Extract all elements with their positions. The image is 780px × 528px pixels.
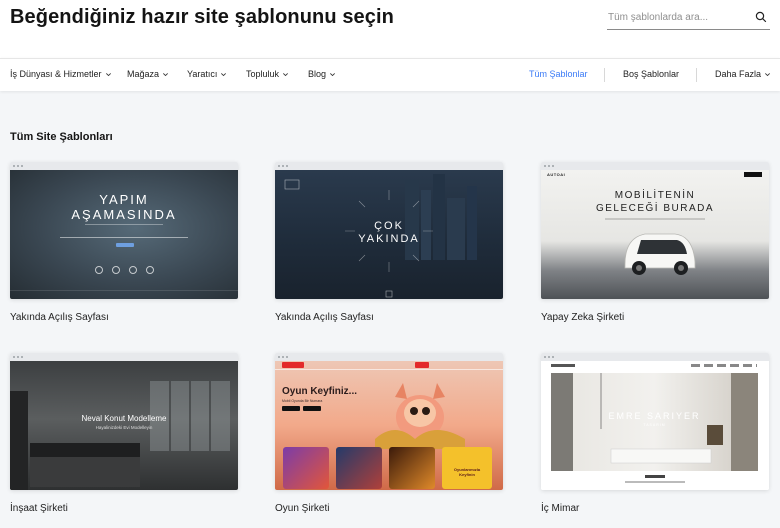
nav-item-label: Blog	[308, 69, 327, 79]
game-tile	[389, 447, 435, 489]
template-name[interactable]: Yakında Açılış Sayfası	[10, 312, 109, 323]
chevron-down-icon	[105, 72, 111, 76]
preview-subheading: Mobil Oyunda Bir Numara	[282, 399, 323, 403]
browser-bar	[275, 353, 503, 361]
section-title: Tüm Site Şablonları	[10, 131, 113, 143]
nav-item-label: Mağaza	[127, 69, 160, 79]
template-preview: YAPIM AŞAMASINDA	[10, 170, 238, 299]
nav-item-creative[interactable]: Yaratıcı	[187, 69, 227, 79]
template-name[interactable]: Yakında Açılış Sayfası	[275, 312, 374, 323]
chevron-down-icon	[221, 72, 227, 76]
preview-heading-line: GELECEĞİ BURADA	[595, 203, 715, 214]
template-preview: Oyun Keyfiniz... Mobil Oyunda Bir Numara…	[275, 361, 503, 490]
browser-bar	[10, 353, 238, 361]
promo-tile: Oyunlarımızla Keyfinin	[442, 447, 492, 489]
nav-item-label: İş Dünyası & Hizmetler	[10, 69, 102, 79]
nav-item-blank-templates[interactable]: Boş Şablonlar	[623, 69, 679, 79]
preview-heading-line: Neval Konut Modelleme	[81, 414, 167, 423]
social-icon	[95, 266, 103, 274]
chevron-down-icon	[163, 72, 169, 76]
template-name[interactable]: İç Mimar	[541, 503, 579, 514]
search-icon[interactable]	[754, 10, 768, 24]
template-thumbnail[interactable]: Oyun Keyfiniz... Mobil Oyunda Bir Numara…	[275, 353, 503, 490]
game-tile	[336, 447, 382, 489]
nav-item-label: Yaratıcı	[187, 69, 218, 79]
preview-heading-line: YAPIM	[99, 192, 149, 207]
template-thumbnail[interactable]: Neval Konut Modelleme Hayalinizdeki Evi …	[10, 353, 238, 490]
browser-bar	[541, 353, 769, 361]
nav-item-community[interactable]: Topluluk	[246, 69, 289, 79]
preview-heading-line: ÇOK	[374, 220, 404, 232]
browser-bar	[10, 162, 238, 170]
browser-bar	[541, 162, 769, 170]
search-box[interactable]	[607, 4, 770, 30]
template-thumbnail[interactable]: AUTOAI MOBİLİTENİN GELECEĞİ BURADA	[541, 162, 769, 299]
nav-item-business[interactable]: İş Dünyası & Hizmetler	[10, 69, 112, 79]
nav-item-blog[interactable]: Blog	[308, 69, 336, 79]
page-title: Beğendiğiniz hazır site şablonunu seçin	[10, 6, 394, 28]
nav-item-all-templates[interactable]: Tüm Şablonlar	[529, 69, 588, 79]
chevron-down-icon	[283, 72, 289, 76]
preview-brand: AUTOAI	[547, 172, 566, 177]
template-thumbnail[interactable]: YAPIM AŞAMASINDA	[10, 162, 238, 299]
game-tile	[283, 447, 329, 489]
template-name[interactable]: Oyun Şirketi	[275, 503, 329, 514]
nav-item-store[interactable]: Mağaza	[127, 69, 169, 79]
header: Beğendiğiniz hazır site şablonunu seçin	[0, 0, 780, 58]
nav-item-label: Topluluk	[246, 69, 280, 79]
nav-item-more[interactable]: Daha Fazla	[715, 69, 771, 79]
nav-item-label: Daha Fazla	[715, 69, 762, 79]
preview-heading-line: MOBİLİTENİN	[614, 190, 696, 201]
preview-subheading: Hayalinizdeki Evi Modelleyin	[95, 425, 153, 430]
browser-bar	[275, 162, 503, 170]
preview-heading-line: EMRE SARIYER	[608, 411, 701, 421]
car-image	[624, 233, 696, 275]
chevron-down-icon	[330, 72, 336, 76]
preview-heading-line: Oyun Keyfiniz...	[282, 386, 358, 397]
template-preview: Neval Konut Modelleme Hayalinizdeki Evi …	[10, 361, 238, 490]
preview-heading-line: YAKINDA	[358, 233, 420, 245]
template-name[interactable]: İnşaat Şirketi	[10, 503, 68, 514]
social-icon	[146, 266, 154, 274]
preview-subheading: TASARIM	[643, 423, 666, 427]
template-preview: EMRE SARIYER TASARIM	[541, 361, 769, 490]
category-nav: İş Dünyası & Hizmetler Mağaza Yaratıcı T…	[0, 58, 780, 91]
social-icon	[112, 266, 120, 274]
social-icon	[129, 266, 137, 274]
chevron-down-icon	[765, 72, 771, 76]
template-name[interactable]: Yapay Zeka Şirketi	[541, 312, 624, 323]
game-character-image	[375, 383, 465, 449]
promo-text: Oyunlarımızla Keyfinin	[453, 467, 481, 477]
interior-photo: EMRE SARIYER TASARIM	[551, 373, 758, 471]
nav-divider	[604, 68, 605, 82]
template-thumbnail[interactable]: ÇOK YAKINDA	[275, 162, 503, 299]
search-input[interactable]	[608, 8, 748, 26]
template-preview: ÇOK YAKINDA	[275, 170, 503, 299]
nav-divider	[696, 68, 697, 82]
preview-heading-line: AŞAMASINDA	[71, 207, 177, 222]
template-thumbnail[interactable]: EMRE SARIYER TASARIM	[541, 353, 769, 490]
template-preview: AUTOAI MOBİLİTENİN GELECEĞİ BURADA	[541, 170, 769, 299]
